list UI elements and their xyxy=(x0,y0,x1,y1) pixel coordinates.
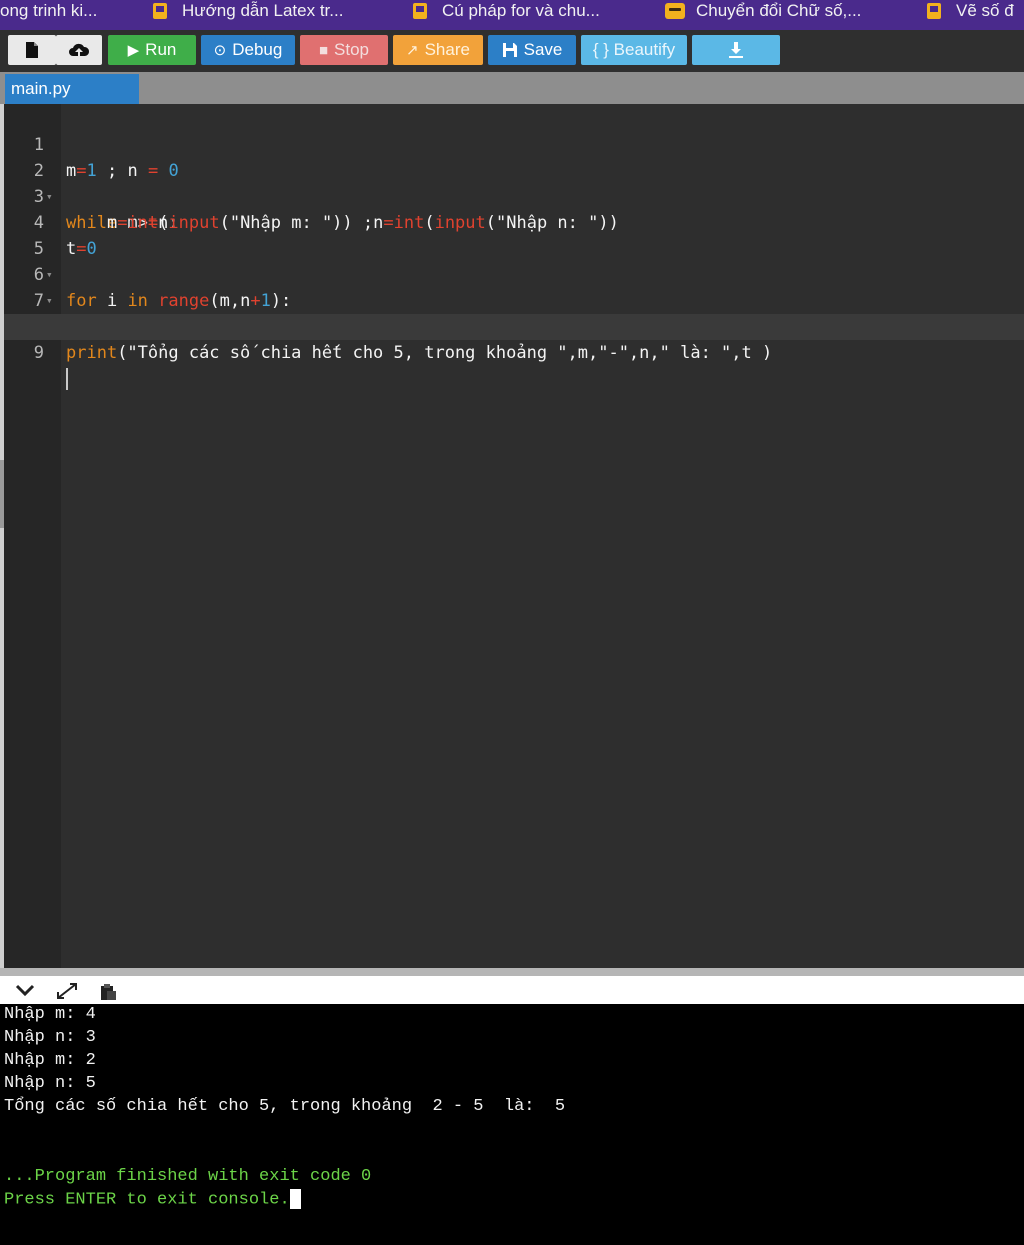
bookmarks-bar: ong trinh ki... Hướng dẫn Latex tr... Cú… xyxy=(0,0,1024,30)
scroll-thumb[interactable] xyxy=(0,460,4,528)
code-line[interactable]: 5 ▾ for i in range(m,n+1): xyxy=(0,210,1024,311)
download-button[interactable] xyxy=(692,35,780,65)
face-icon xyxy=(664,1,686,21)
code-line[interactable]: 3 m=int(input("Nhập m: ")) ;n=int(input(… xyxy=(0,158,1024,233)
toolbar: ▶ Run ⊙ Debug ■ Stop ↗ Share Save { } Be… xyxy=(0,30,1024,72)
console-line: Tổng các số chia hết cho 5, trong khoảng… xyxy=(4,1097,566,1116)
clipboard-icon[interactable] xyxy=(98,982,118,1005)
tab-main-py[interactable]: main.py xyxy=(5,74,139,104)
save-button[interactable]: Save xyxy=(488,35,576,65)
code-line[interactable]: 4 t=0 xyxy=(0,184,1024,259)
bookmark-item[interactable]: Cú pháp for và chu... xyxy=(410,0,600,22)
code-line[interactable]: 8 print("Tổng các số chia hết cho 5, tro… xyxy=(0,288,1024,363)
code-line[interactable]: 6 ▾ if i%5==0: xyxy=(0,236,1024,337)
share-icon: ↗ xyxy=(406,41,419,59)
bookmark-label: ong trinh ki... xyxy=(0,1,98,20)
bookmark-item[interactable]: Hướng dẫn Latex tr... xyxy=(150,0,343,22)
chair-icon xyxy=(410,1,432,21)
bookmark-label: Hướng dẫn Latex tr... xyxy=(182,1,344,20)
upload-button[interactable] xyxy=(56,35,102,65)
play-icon: ▶ xyxy=(127,41,140,59)
chair-icon xyxy=(924,1,946,21)
bookmark-item[interactable]: ong trinh ki... xyxy=(0,0,97,22)
bookmark-label: Cú pháp for và chu... xyxy=(442,1,600,20)
console-line: Nhập m: 4 xyxy=(4,1005,96,1024)
bookmark-label: Vẽ số đ xyxy=(956,1,1014,20)
run-button[interactable]: ▶ Run xyxy=(108,35,196,65)
exit-code-message: ...Program finished with exit code 0 xyxy=(4,1167,372,1186)
bookmark-label: Chuyển đổi Chữ số,... xyxy=(696,1,862,20)
press-enter-message: Press ENTER to exit console. xyxy=(4,1189,301,1211)
new-file-button[interactable] xyxy=(8,35,56,65)
code-line[interactable]: 2 ▾ while m>=n: xyxy=(0,132,1024,233)
text-cursor xyxy=(66,368,68,390)
chevron-down-icon[interactable] xyxy=(14,982,36,1001)
debug-circle-icon: ⊙ xyxy=(213,41,227,59)
file-tab-bar: main.py xyxy=(0,72,1024,104)
console-line: Nhập m: 2 xyxy=(4,1051,96,1070)
console-line: Nhập n: 3 xyxy=(4,1028,96,1047)
file-icon xyxy=(26,42,38,58)
console-header xyxy=(0,968,1024,1004)
code-line-active[interactable]: 9 xyxy=(0,314,1024,390)
download-icon xyxy=(729,42,743,58)
code-line[interactable]: 7 t=t+ i xyxy=(0,262,1024,337)
expand-icon[interactable] xyxy=(56,982,78,1003)
floppy-disk-icon xyxy=(502,43,517,57)
beautify-button[interactable]: { } Beautify xyxy=(581,35,687,65)
stop-square-icon: ■ xyxy=(318,41,329,59)
code-line[interactable]: 1 m=1 ; n = 0 xyxy=(0,106,1024,181)
cloud-upload-icon xyxy=(69,43,90,56)
stop-button[interactable]: ■ Stop xyxy=(300,35,388,65)
console-line: Nhập n: 5 xyxy=(4,1074,96,1093)
bookmark-item[interactable]: Vẽ số đ xyxy=(924,0,1014,22)
code-editor[interactable]: 1 m=1 ; n = 0 2 ▾ while m>=n: 3 m=int(in… xyxy=(0,104,1024,968)
console-output[interactable]: Nhập m: 4 Nhập n: 3 Nhập m: 2 Nhập n: 5 … xyxy=(0,1004,1024,1245)
debug-button[interactable]: ⊙ Debug xyxy=(201,35,295,65)
share-button[interactable]: ↗ Share xyxy=(393,35,483,65)
bookmark-item[interactable]: Chuyển đổi Chữ số,... xyxy=(664,0,861,22)
console-cursor xyxy=(289,1189,301,1209)
chair-icon xyxy=(150,1,172,21)
